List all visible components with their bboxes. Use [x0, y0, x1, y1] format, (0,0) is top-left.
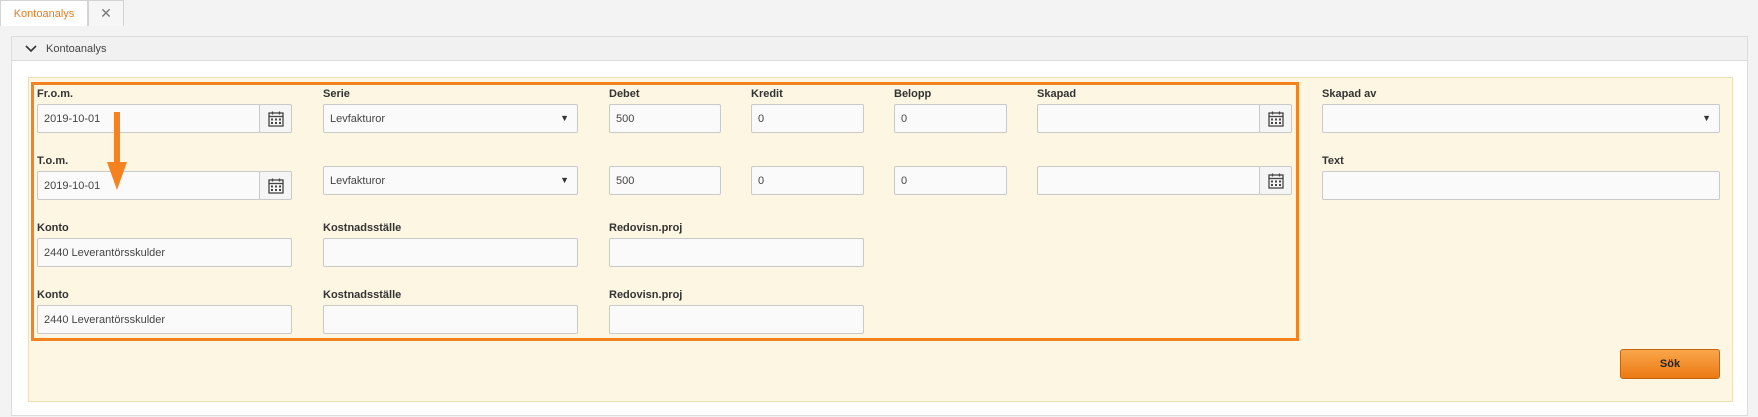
- tab-kontoanalys[interactable]: Kontoanalys: [0, 0, 88, 26]
- from-date-calendar-button[interactable]: [259, 104, 292, 133]
- calendar-icon: [267, 111, 284, 127]
- kostnadsstalle-label-1: Kostnadsställe: [323, 222, 402, 234]
- konto-input-1[interactable]: 2440 Leverantörsskulder: [37, 238, 292, 267]
- belopp-to-input[interactable]: 0: [894, 166, 1007, 195]
- from-date-label: Fr.o.m.: [37, 88, 74, 100]
- serie-from-select[interactable]: Levfakturor ▼: [323, 104, 578, 133]
- serie-from-value: Levfakturor: [330, 112, 386, 125]
- calendar-icon: [1267, 173, 1284, 189]
- skapad-to-input[interactable]: [1037, 166, 1260, 195]
- to-date-input[interactable]: 2019-10-01: [37, 171, 260, 200]
- skapad-to-calendar-button[interactable]: [1259, 166, 1292, 195]
- kontoanalys-panel: Kontoanalys: [11, 36, 1748, 416]
- kredit-label: Kredit: [751, 88, 783, 100]
- kredit-to-input[interactable]: 0: [751, 166, 864, 195]
- kostnadsstalle-input-1[interactable]: [323, 238, 578, 267]
- debet-label: Debet: [609, 88, 640, 100]
- skapad-av-select[interactable]: ▼: [1322, 104, 1720, 133]
- debet-to-input[interactable]: 500: [609, 166, 721, 195]
- dropdown-caret-icon: ▼: [560, 175, 569, 185]
- dropdown-caret-icon: ▼: [560, 113, 569, 123]
- konto-label-1: Konto: [37, 222, 69, 234]
- tab-kontoanalys-label: Kontoanalys: [13, 7, 75, 20]
- calendar-icon: [267, 178, 284, 194]
- belopp-label: Belopp: [894, 88, 932, 100]
- chevron-down-icon[interactable]: [22, 40, 40, 58]
- panel-title: Kontoanalys: [46, 42, 107, 55]
- to-date-label: T.o.m.: [37, 155, 69, 167]
- dropdown-caret-icon: ▼: [1702, 113, 1711, 123]
- calendar-icon: [1267, 111, 1284, 127]
- close-tab-button[interactable]: ✕: [88, 0, 124, 26]
- skapad-from-input[interactable]: [1037, 104, 1260, 133]
- kredit-from-input[interactable]: 0: [751, 104, 864, 133]
- text-input[interactable]: [1322, 171, 1720, 200]
- panel-header[interactable]: Kontoanalys: [12, 37, 1747, 61]
- skapad-label: Skapad: [1037, 88, 1077, 100]
- redovisn-proj-label-1: Redovisn.proj: [609, 222, 683, 234]
- tab-bar: Kontoanalys ✕: [0, 0, 1758, 26]
- from-date-input[interactable]: 2019-10-01: [37, 104, 260, 133]
- to-date-calendar-button[interactable]: [259, 171, 292, 200]
- serie-to-value: Levfakturor: [330, 174, 386, 187]
- redovisn-proj-input-2[interactable]: [609, 305, 864, 334]
- arrow-down-annotation: [107, 112, 127, 190]
- konto-input-2[interactable]: 2440 Leverantörsskulder: [37, 305, 292, 334]
- redovisn-proj-input-1[interactable]: [609, 238, 864, 267]
- belopp-from-input[interactable]: 0: [894, 104, 1007, 133]
- skapad-from-calendar-button[interactable]: [1259, 104, 1292, 133]
- konto-label-2: Konto: [37, 289, 69, 301]
- redovisn-proj-label-2: Redovisn.proj: [609, 289, 683, 301]
- close-icon: ✕: [100, 5, 112, 21]
- kostnadsstalle-label-2: Kostnadsställe: [323, 289, 402, 301]
- debet-from-input[interactable]: 500: [609, 104, 721, 133]
- serie-to-select[interactable]: Levfakturor ▼: [323, 166, 578, 195]
- search-button[interactable]: Sök: [1620, 349, 1720, 379]
- kostnadsstalle-input-2[interactable]: [323, 305, 578, 334]
- skapad-av-label: Skapad av: [1322, 88, 1377, 100]
- serie-label: Serie: [323, 88, 350, 100]
- text-label: Text: [1322, 155, 1344, 167]
